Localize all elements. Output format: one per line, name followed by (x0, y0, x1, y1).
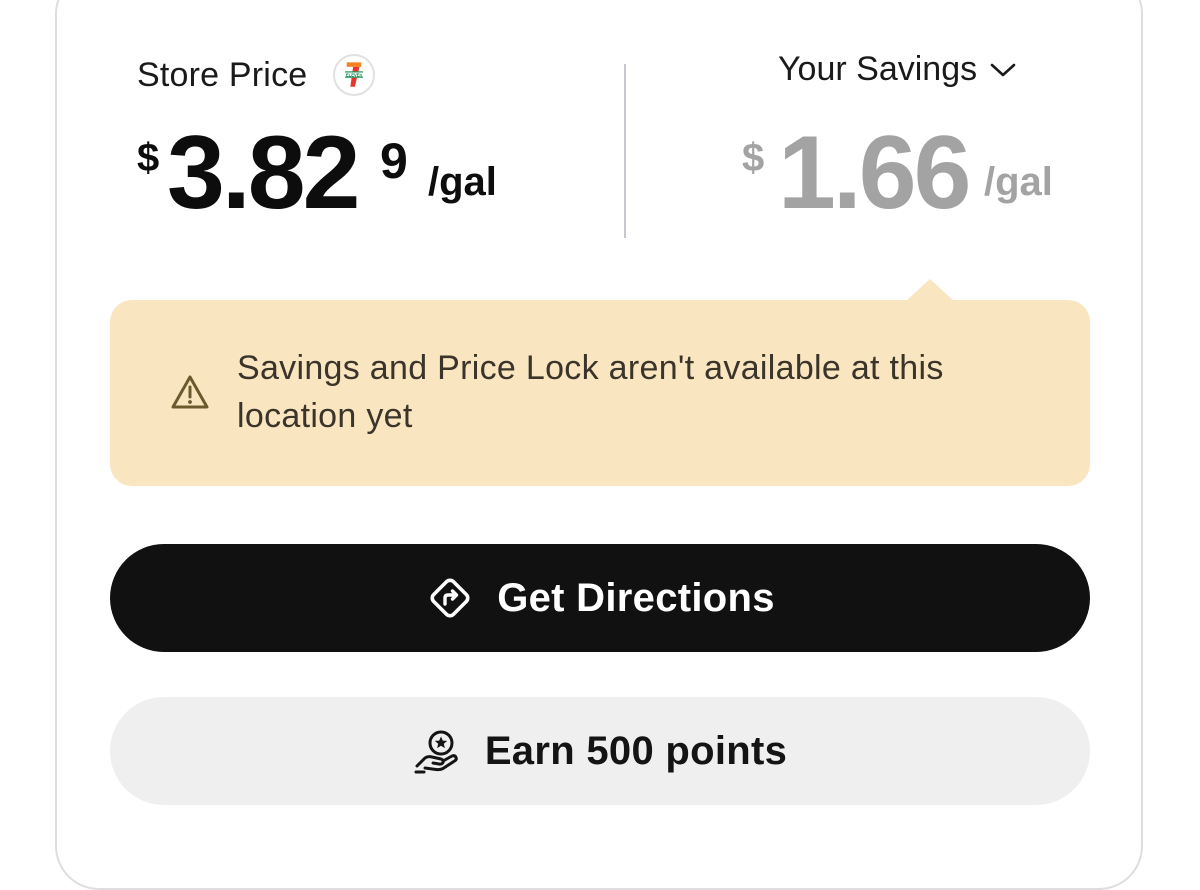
7-eleven-logo: ELEVEn (333, 54, 375, 96)
directions-icon (430, 578, 470, 618)
store-price-currency: $ (137, 136, 160, 180)
savings-unit: /gal (984, 160, 1053, 204)
svg-text:ELEVEn: ELEVEn (346, 72, 363, 77)
price-divider (624, 64, 626, 238)
store-price-fraction: 9 (380, 133, 408, 189)
notice-text: Savings and Price Lock aren't available … (237, 349, 944, 435)
chevron-down-icon (990, 63, 1016, 76)
earn-points-label: Earn 500 points (484, 728, 788, 773)
store-price-label: Store Price (137, 56, 308, 94)
earn-points-button[interactable]: Earn 500 points (110, 697, 1090, 805)
rewards-hand-icon (414, 730, 458, 774)
store-price-main: 3.82 (167, 115, 360, 231)
warning-icon (171, 375, 209, 409)
savings-amount: 1.66 (778, 115, 971, 231)
get-directions-label: Get Directions (497, 575, 775, 620)
savings-currency: $ (742, 136, 765, 180)
availability-notice: Savings and Price Lock aren't available … (110, 300, 1090, 486)
store-price-unit: /gal (428, 160, 497, 204)
notice-pointer (906, 279, 954, 301)
savings-label: Your Savings (778, 50, 978, 88)
get-directions-button[interactable]: Get Directions (110, 544, 1090, 652)
savings-dropdown[interactable]: Your Savings (778, 50, 1017, 89)
